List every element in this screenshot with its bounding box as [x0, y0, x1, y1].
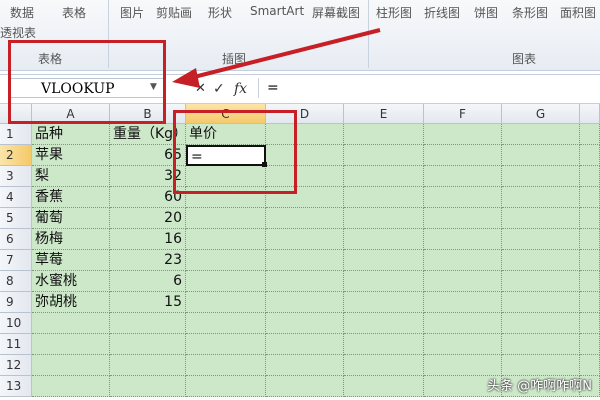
watermark: 头条 @咋啊咋啊N — [487, 379, 592, 394]
annotation-arrow — [172, 28, 381, 88]
